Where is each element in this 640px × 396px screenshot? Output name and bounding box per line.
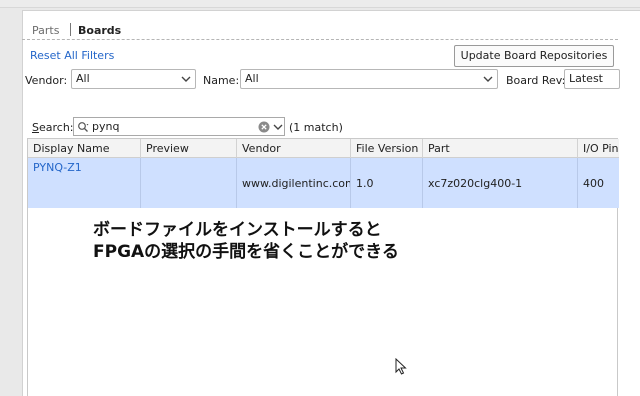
table-row[interactable]: PYNQ-Z1 www.digilentinc.com 1.0 xc7z020c… bbox=[28, 158, 619, 208]
vendor-select[interactable]: All bbox=[71, 69, 196, 89]
board-name: PYNQ-Z1 bbox=[33, 161, 82, 174]
chevron-down-icon bbox=[483, 76, 493, 82]
search-label: Search: bbox=[32, 121, 74, 134]
cell-io-pins: 400 bbox=[578, 158, 619, 208]
clear-icon[interactable] bbox=[258, 121, 270, 133]
match-count: (1 match) bbox=[289, 121, 343, 134]
board-io-pins: 400 bbox=[583, 177, 604, 190]
board-vendor: www.digilentinc.com bbox=[242, 177, 351, 190]
column-header-file-version[interactable]: File Version bbox=[351, 139, 423, 158]
search-icon bbox=[78, 122, 89, 132]
table-header: Display Name Preview Vendor File Version… bbox=[28, 139, 619, 158]
board-part: xc7z020clg400-1 bbox=[428, 177, 523, 190]
board-rev-label: Board Rev: bbox=[506, 74, 566, 87]
column-header-io-pins[interactable]: I/O Pin bbox=[578, 139, 619, 158]
name-select-value: All bbox=[245, 72, 259, 85]
search-input-value: pynq bbox=[92, 120, 120, 133]
update-board-repositories-button[interactable]: Update Board Repositories bbox=[454, 45, 614, 67]
search-label-text: earch: bbox=[38, 121, 74, 134]
vendor-select-value: All bbox=[76, 72, 90, 85]
boards-table: Display Name Preview Vendor File Version… bbox=[27, 138, 619, 396]
name-label: Name: bbox=[203, 74, 240, 87]
search-input[interactable]: pynq bbox=[73, 117, 285, 136]
chevron-down-icon bbox=[181, 76, 191, 82]
mouse-pointer-icon bbox=[395, 358, 407, 375]
cell-preview bbox=[141, 158, 237, 208]
tab-parts[interactable]: Parts bbox=[32, 24, 59, 37]
tab-separator bbox=[70, 23, 71, 36]
column-header-part[interactable]: Part bbox=[423, 139, 578, 158]
window: Parts Boards Reset All Filters Update Bo… bbox=[0, 0, 640, 396]
caption-line-2: FPGAの選択の手間を省くことができる bbox=[93, 242, 399, 262]
chevron-down-icon[interactable] bbox=[273, 121, 283, 133]
cell-display-name: PYNQ-Z1 bbox=[28, 158, 141, 208]
vendor-label: Vendor: bbox=[25, 74, 68, 87]
column-header-preview[interactable]: Preview bbox=[141, 139, 237, 158]
tab-bar: Parts Boards bbox=[22, 18, 618, 40]
top-border bbox=[0, 0, 640, 8]
column-header-vendor[interactable]: Vendor bbox=[237, 139, 351, 158]
board-rev-select-value: Latest bbox=[569, 72, 603, 85]
cell-vendor: www.digilentinc.com bbox=[237, 158, 351, 208]
cell-file-version: 1.0 bbox=[351, 158, 423, 208]
board-rev-select[interactable]: Latest bbox=[564, 69, 620, 89]
caption-line-1: ボードファイルをインストールすると bbox=[93, 220, 382, 240]
tab-boards[interactable]: Boards bbox=[78, 24, 121, 37]
annotation-caption: ボードファイルをインストールすると FPGAの選択の手間を省くことができる bbox=[93, 219, 399, 263]
column-header-display-name[interactable]: Display Name bbox=[28, 139, 141, 158]
name-select[interactable]: All bbox=[240, 69, 498, 89]
board-file-version: 1.0 bbox=[356, 177, 374, 190]
search-label-mnemonic: S bbox=[32, 121, 39, 134]
cell-part: xc7z020clg400-1 bbox=[423, 158, 578, 208]
reset-filters-link[interactable]: Reset All Filters bbox=[30, 49, 114, 62]
